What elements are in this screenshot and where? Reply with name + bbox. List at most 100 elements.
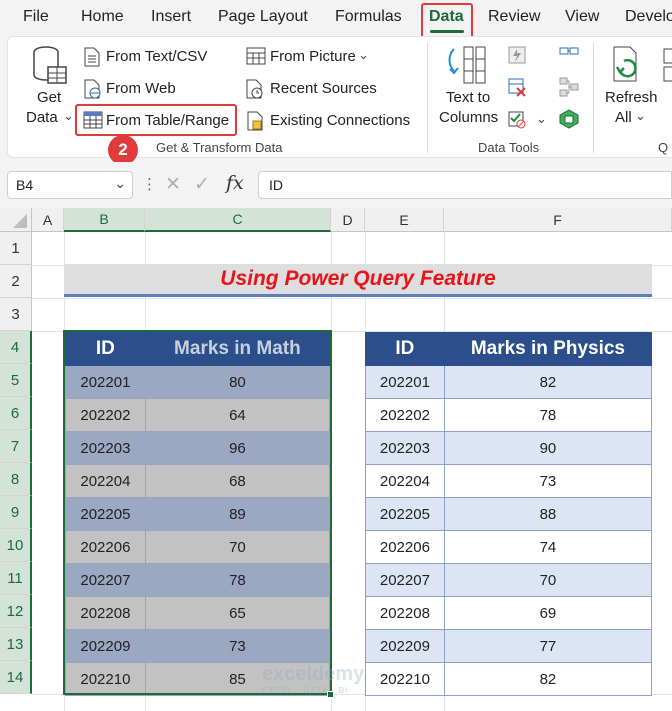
formula-input-value: ID	[269, 177, 283, 193]
physics-id-cell[interactable]: 202208	[365, 596, 445, 630]
refresh-all-label-1[interactable]: Refresh	[605, 89, 658, 106]
group-label-get-transform: Get & Transform Data	[156, 140, 283, 155]
physics-marks-cell[interactable]: 82	[443, 365, 653, 399]
row-header-13[interactable]: 13	[0, 628, 32, 661]
more-options-icon[interactable]: ⋮	[142, 175, 157, 193]
cancel-icon[interactable]: ✕	[165, 173, 181, 196]
tab-insert[interactable]: Insert	[151, 8, 191, 26]
data-model-icon[interactable]	[559, 109, 579, 134]
name-box[interactable]: B4 ⌄	[7, 171, 133, 199]
physics-marks-cell[interactable]: 88	[443, 497, 653, 531]
flash-fill-icon[interactable]	[507, 45, 527, 70]
sheet-title-band[interactable]: Using Power Query Feature	[64, 264, 652, 297]
worksheet-grid[interactable]: A B C D E F 1 2 3 4 5 6 7 8 9 10 11 12 1…	[0, 208, 672, 711]
tab-formulas[interactable]: Formulas	[335, 8, 402, 26]
enter-icon[interactable]: ✓	[194, 173, 210, 196]
column-header-d[interactable]: D	[331, 208, 365, 232]
group-label-data-tools: Data Tools	[478, 140, 540, 155]
sheet-title: Using Power Query Feature	[220, 267, 496, 290]
physics-id-cell[interactable]: 202207	[365, 563, 445, 597]
row-header-4[interactable]: 4	[0, 331, 32, 364]
row-header-10[interactable]: 10	[0, 529, 32, 562]
text-file-icon	[84, 47, 100, 72]
row-header-1[interactable]: 1	[0, 232, 32, 265]
physics-marks-cell[interactable]: 78	[443, 398, 653, 432]
physics-header-id[interactable]: ID	[365, 332, 445, 366]
physics-marks-cell[interactable]: 70	[443, 563, 653, 597]
physics-marks-cell[interactable]: 77	[443, 629, 653, 663]
formula-bar: B4 ⌄ ⋮ ✕ ✓ fx ID	[0, 162, 672, 208]
tab-view[interactable]: View	[565, 8, 599, 26]
remove-duplicates-icon[interactable]	[507, 77, 527, 102]
recent-sources-button[interactable]: Recent Sources	[270, 80, 377, 97]
get-data-label-1: Get	[37, 89, 62, 106]
physics-table[interactable]: ID Marks in Physics 202201 82 202202 78 20…	[365, 332, 653, 696]
column-header-f[interactable]: F	[444, 208, 672, 232]
tab-developer[interactable]: Develo	[625, 8, 672, 26]
physics-id-cell[interactable]: 202203	[365, 431, 445, 465]
data-validation-icon[interactable]	[507, 109, 527, 134]
physics-id-cell[interactable]: 202210	[365, 662, 445, 696]
recent-sources-icon	[246, 79, 264, 104]
tab-home[interactable]: Home	[81, 8, 124, 26]
consolidate-icon[interactable]	[559, 45, 579, 70]
physics-marks-cell[interactable]: 90	[443, 431, 653, 465]
gridline	[32, 298, 672, 299]
row-header-11[interactable]: 11	[0, 562, 32, 595]
physics-id-cell[interactable]: 202209	[365, 629, 445, 663]
from-text-csv-button[interactable]: From Text/CSV	[106, 48, 207, 65]
physics-header-marks[interactable]: Marks in Physics	[443, 332, 653, 366]
data-tab-highlight	[421, 3, 473, 39]
chevron-down-icon: ⌄	[635, 108, 646, 123]
chevron-down-icon[interactable]: ⌄	[114, 175, 126, 192]
physics-id-cell[interactable]: 202202	[365, 398, 445, 432]
group-label-queries: Q	[658, 140, 669, 155]
from-picture-button[interactable]: From Picture	[270, 48, 356, 65]
formula-input[interactable]: ID	[258, 171, 672, 199]
row-header-9[interactable]: 9	[0, 496, 32, 529]
watermark-tagline: EXCEL · DATA · BI	[262, 686, 349, 695]
row-header-6[interactable]: 6	[0, 397, 32, 430]
column-header-a[interactable]: A	[32, 208, 64, 232]
text-to-columns-label-2[interactable]: Columns	[439, 109, 498, 126]
existing-connections-button[interactable]: Existing Connections	[270, 112, 410, 129]
ribbon-panel: Get Data ⌄ From Text/CSV From Web From T…	[7, 36, 672, 165]
physics-id-cell[interactable]: 202206	[365, 530, 445, 564]
physics-marks-cell[interactable]: 74	[443, 530, 653, 564]
database-icon	[32, 45, 68, 92]
select-all-corner[interactable]	[0, 208, 32, 232]
row-header-14[interactable]: 14	[0, 661, 32, 694]
physics-marks-cell[interactable]: 73	[443, 464, 653, 498]
tab-file[interactable]: File	[23, 8, 49, 26]
row-header-12[interactable]: 12	[0, 595, 32, 628]
chevron-down-icon: ⌄	[63, 108, 74, 123]
row-header-8[interactable]: 8	[0, 463, 32, 496]
physics-marks-cell[interactable]: 82	[443, 662, 653, 696]
insert-function-icon[interactable]: fx	[226, 172, 244, 194]
row-header-2[interactable]: 2	[0, 265, 32, 298]
physics-id-cell[interactable]: 202201	[365, 365, 445, 399]
from-web-button[interactable]: From Web	[106, 80, 176, 97]
row-header-7[interactable]: 7	[0, 430, 32, 463]
relationships-icon[interactable]	[559, 77, 579, 102]
physics-marks-cell[interactable]: 69	[443, 596, 653, 630]
menu-bar: File Home Insert Page Layout Formulas Da…	[0, 0, 672, 39]
tab-review[interactable]: Review	[488, 8, 540, 26]
text-to-columns-label-1[interactable]: Text to	[446, 89, 490, 106]
get-data-label-2: Data	[26, 109, 58, 126]
group-separator	[593, 43, 594, 153]
picture-icon	[246, 47, 266, 70]
queries-connections-icon[interactable]	[662, 47, 672, 88]
watermark-brand: exceldemy	[262, 663, 365, 685]
row-header-5[interactable]: 5	[0, 364, 32, 397]
tab-page-layout[interactable]: Page Layout	[218, 8, 308, 26]
physics-id-cell[interactable]: 202205	[365, 497, 445, 531]
row-header-3[interactable]: 3	[0, 298, 32, 331]
from-table-range-highlight	[75, 104, 237, 136]
column-header-b[interactable]: B	[64, 208, 145, 232]
physics-id-cell[interactable]: 202204	[365, 464, 445, 498]
existing-connections-icon	[247, 111, 265, 136]
column-header-e[interactable]: E	[365, 208, 444, 232]
column-header-c[interactable]: C	[145, 208, 331, 232]
refresh-all-label-2[interactable]: All	[615, 109, 632, 126]
